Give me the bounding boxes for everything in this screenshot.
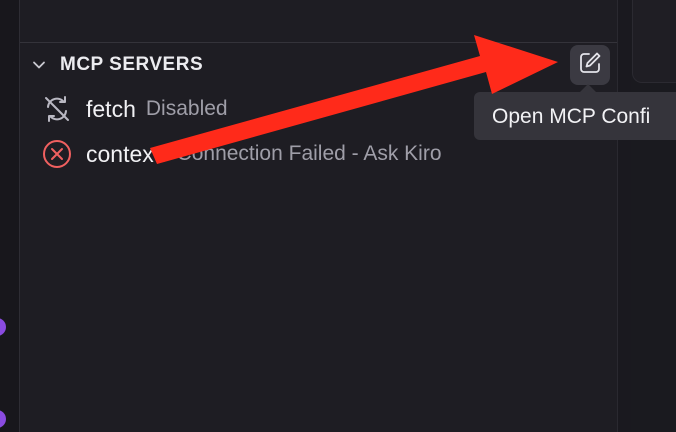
server-name: contextI — [86, 140, 167, 167]
edit-icon — [576, 49, 604, 82]
ide-window: MCP SERVERS fetch Disabled contextI Conn… — [0, 0, 676, 432]
tooltip-caret — [580, 84, 596, 92]
tooltip: Open MCP Confi — [474, 92, 676, 140]
server-item-context[interactable]: contextI Connection Failed - Ask Kiro — [40, 138, 442, 170]
panel-scrollbar[interactable] — [617, 0, 632, 432]
server-name: fetch — [86, 95, 136, 122]
tooltip-text: Open MCP Confi — [492, 105, 651, 128]
sync-disabled-icon — [40, 92, 74, 126]
mcp-servers-header[interactable]: MCP SERVERS — [30, 52, 203, 78]
section-title: MCP SERVERS — [60, 54, 204, 75]
activity-bar — [0, 0, 20, 432]
server-item-fetch[interactable]: fetch Disabled — [40, 93, 228, 125]
activity-badge[interactable] — [0, 318, 6, 336]
panel-divider — [20, 42, 617, 43]
server-status: Connection Failed - Ask Kiro — [176, 142, 442, 165]
editor-card — [632, 0, 676, 83]
chevron-down-icon[interactable] — [30, 56, 48, 74]
error-circle-icon — [40, 137, 74, 171]
server-status: Disabled — [145, 97, 228, 120]
open-mcp-config-button[interactable] — [570, 45, 610, 85]
activity-badge[interactable] — [0, 410, 6, 428]
